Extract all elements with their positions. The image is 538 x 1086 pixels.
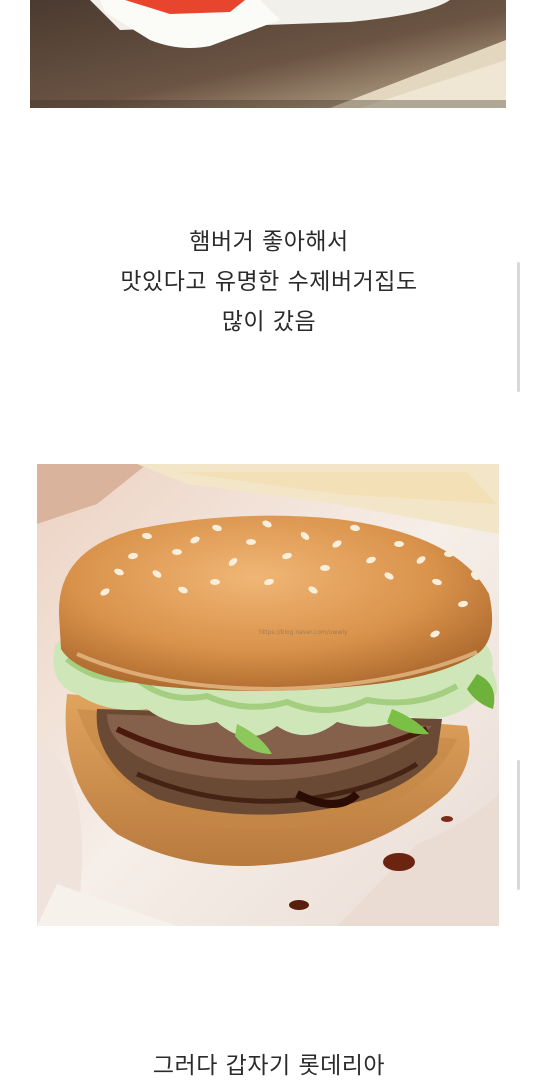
burger-photo: https://blog.naver.com/uwwly bbox=[37, 464, 499, 926]
photo-top-tray bbox=[30, 0, 506, 108]
caption-text-2: 그러다 갑자기 롯데리아 bbox=[0, 1046, 538, 1086]
caption-1-line-3: 많이 갔음 bbox=[221, 309, 317, 335]
caption-text-1: 햄버거 좋아해서 맛있다고 유명한 수제버거집도 많이 갔음 bbox=[0, 222, 538, 342]
caption-2-line-1: 그러다 갑자기 롯데리아 bbox=[152, 1053, 386, 1079]
caption-1-line-1: 햄버거 좋아해서 bbox=[189, 229, 349, 255]
scrollbar-thumb[interactable] bbox=[517, 262, 520, 392]
caption-1-line-2: 맛있다고 유명한 수제버거집도 bbox=[120, 269, 418, 295]
scrollbar-thumb-lower[interactable] bbox=[517, 760, 520, 890]
burger-photo-watermark: https://blog.naver.com/uwwly bbox=[259, 629, 348, 636]
